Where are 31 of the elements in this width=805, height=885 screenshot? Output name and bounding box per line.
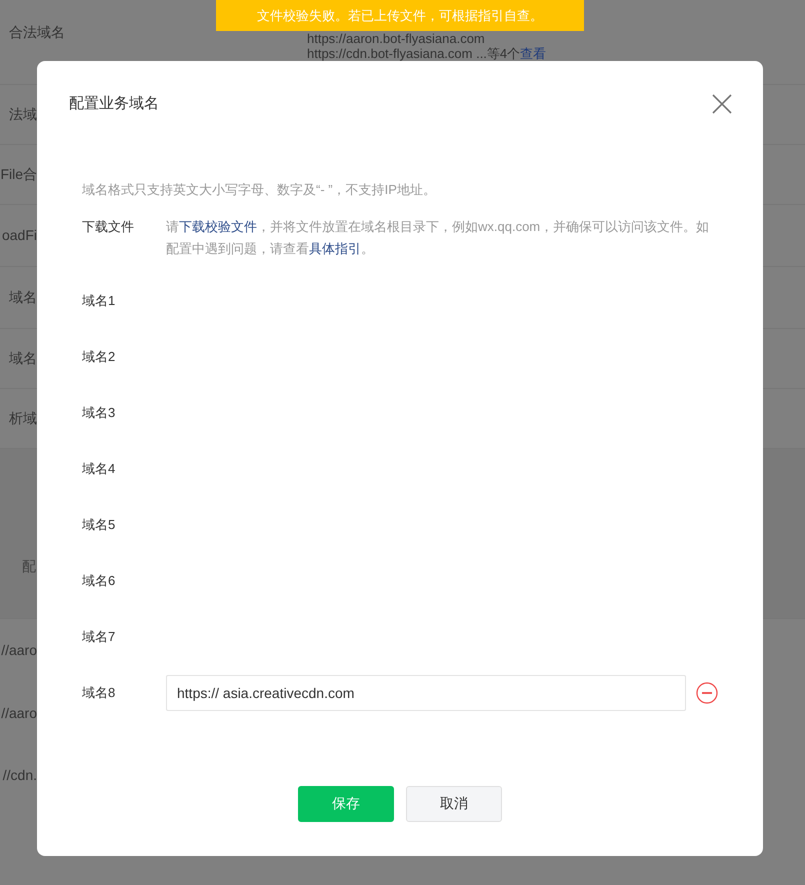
domain-text: https://aaron.bot-flyasiana.com <box>307 31 485 46</box>
domain-text: https://cdn.bot-flyasiana.com ...等4个 <box>307 46 520 61</box>
field-label: 域名7 <box>82 628 116 646</box>
row-label: 合法域名 <box>9 24 65 40</box>
link[interactable]: 具体指引 <box>309 240 361 256</box>
input-field[interactable]: https:// asia.creativecdn.com <box>166 674 686 710</box>
field-label: 域名6 <box>82 572 116 590</box>
field-label: 域名8 <box>82 684 116 702</box>
row-label: File合 <box>0 165 37 184</box>
hint-text: 域名格式只支持英文大小写字母、数字及“- ”，不支持IP地址。 <box>82 181 437 199</box>
row-label: 析域 <box>9 409 37 428</box>
dialog-title: 配置业务域名 <box>69 94 159 114</box>
field-label: 域名3 <box>82 404 116 422</box>
row-label: 域名 <box>9 349 37 368</box>
link[interactable]: 下载校验文件 <box>179 218 257 234</box>
field-label: 域名1 <box>82 292 116 310</box>
instruction-text: 请下载校验文件，并将文件放置在域名根目录下，例如wx.qq.com，并确保可以访问该文件。如配置中遇到问题，请查看具体指引。 <box>166 218 710 258</box>
field-label: 域名5 <box>82 516 116 534</box>
row-label: //aaro <box>1 641 37 660</box>
row-label: //cdn. <box>2 766 37 784</box>
remove-icon[interactable] <box>696 682 718 704</box>
row-label: oadFi <box>2 226 37 245</box>
row-label: 法域 <box>9 105 37 124</box>
row-label: //aaro <box>1 704 37 722</box>
dialog-button[interactable]: 取消 <box>406 786 502 822</box>
row-label: 域名 <box>9 288 37 307</box>
toast-message: 文件校验失败。若已上传文件，可根据指引自查。 <box>216 0 584 31</box>
field-label: 域名4 <box>82 460 116 478</box>
field-label: 域名2 <box>82 348 116 366</box>
close-icon[interactable] <box>711 93 733 115</box>
field-label: 下载文件 <box>82 218 135 236</box>
